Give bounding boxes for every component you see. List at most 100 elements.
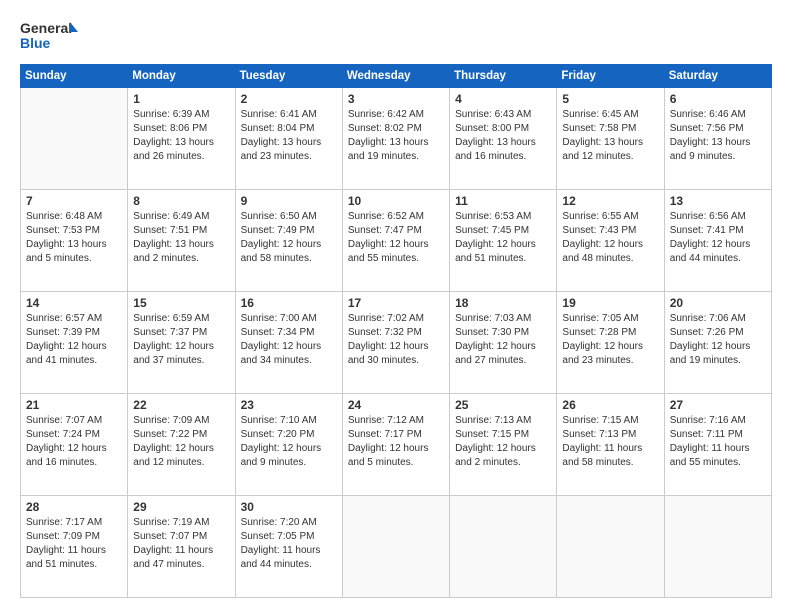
- day-number: 16: [241, 296, 337, 310]
- day-info: Sunrise: 7:10 AM Sunset: 7:20 PM Dayligh…: [241, 414, 337, 470]
- weekday-header-row: SundayMondayTuesdayWednesdayThursdayFrid…: [21, 65, 772, 88]
- calendar-table: SundayMondayTuesdayWednesdayThursdayFrid…: [20, 64, 772, 598]
- calendar-cell: 1 Sunrise: 6:39 AM Sunset: 8:06 PM Daylig…: [128, 88, 235, 190]
- calendar-cell: 18 Sunrise: 7:03 AM Sunset: 7:30 PM Dayli…: [450, 292, 557, 394]
- day-number: 18: [455, 296, 551, 310]
- calendar-cell: 14 Sunrise: 6:57 AM Sunset: 7:39 PM Dayli…: [21, 292, 128, 394]
- day-info: Sunrise: 7:20 AM Sunset: 7:05 PM Dayligh…: [241, 516, 337, 572]
- calendar-cell: [450, 496, 557, 598]
- day-info: Sunrise: 7:09 AM Sunset: 7:22 PM Dayligh…: [133, 414, 229, 470]
- day-info: Sunrise: 6:59 AM Sunset: 7:37 PM Dayligh…: [133, 312, 229, 368]
- day-info: Sunrise: 6:46 AM Sunset: 7:56 PM Dayligh…: [670, 108, 766, 164]
- day-number: 25: [455, 398, 551, 412]
- calendar-cell: 30 Sunrise: 7:20 AM Sunset: 7:05 PM Dayli…: [235, 496, 342, 598]
- calendar-cell: 27Sunrise: 7:16 AM Sunset: 7:11 PM Dayli…: [664, 394, 771, 496]
- day-info: Sunrise: 6:57 AM Sunset: 7:39 PM Dayligh…: [26, 312, 122, 368]
- calendar-week-3: 14 Sunrise: 6:57 AM Sunset: 7:39 PM Dayli…: [21, 292, 772, 394]
- calendar-cell: 19 Sunrise: 7:05 AM Sunset: 7:28 PM Dayli…: [557, 292, 664, 394]
- day-info: Sunrise: 6:53 AM Sunset: 7:45 PM Dayligh…: [455, 210, 551, 266]
- day-number: 7: [26, 194, 122, 208]
- calendar-cell: 12 Sunrise: 6:55 AM Sunset: 7:43 PM Dayli…: [557, 190, 664, 292]
- weekday-header-thursday: Thursday: [450, 65, 557, 88]
- day-info: Sunrise: 7:13 AM Sunset: 7:15 PM Dayligh…: [455, 414, 551, 470]
- weekday-header-wednesday: Wednesday: [342, 65, 449, 88]
- day-info: Sunrise: 7:00 AM Sunset: 7:34 PM Dayligh…: [241, 312, 337, 368]
- day-info: Sunrise: 7:03 AM Sunset: 7:30 PM Dayligh…: [455, 312, 551, 368]
- calendar-week-5: 28Sunrise: 7:17 AM Sunset: 7:09 PM Dayli…: [21, 496, 772, 598]
- calendar-week-1: 1 Sunrise: 6:39 AM Sunset: 8:06 PM Daylig…: [21, 88, 772, 190]
- svg-text:Blue: Blue: [20, 35, 51, 51]
- calendar-cell: 25 Sunrise: 7:13 AM Sunset: 7:15 PM Dayli…: [450, 394, 557, 496]
- day-number: 13: [670, 194, 766, 208]
- day-number: 15: [133, 296, 229, 310]
- calendar-cell: 24Sunrise: 7:12 AM Sunset: 7:17 PM Dayli…: [342, 394, 449, 496]
- day-number: 9: [241, 194, 337, 208]
- day-info: Sunrise: 6:48 AM Sunset: 7:53 PM Dayligh…: [26, 210, 122, 266]
- day-number: 14: [26, 296, 122, 310]
- calendar-cell: 28Sunrise: 7:17 AM Sunset: 7:09 PM Dayli…: [21, 496, 128, 598]
- day-number: 17: [348, 296, 444, 310]
- calendar-cell: 13 Sunrise: 6:56 AM Sunset: 7:41 PM Dayli…: [664, 190, 771, 292]
- day-number: 22: [133, 398, 229, 412]
- day-info: Sunrise: 6:55 AM Sunset: 7:43 PM Dayligh…: [562, 210, 658, 266]
- day-info: Sunrise: 7:02 AM Sunset: 7:32 PM Dayligh…: [348, 312, 444, 368]
- weekday-header-monday: Monday: [128, 65, 235, 88]
- weekday-header-friday: Friday: [557, 65, 664, 88]
- calendar-cell: [21, 88, 128, 190]
- day-number: 29: [133, 500, 229, 514]
- calendar-cell: [664, 496, 771, 598]
- calendar-cell: 6 Sunrise: 6:46 AM Sunset: 7:56 PM Daylig…: [664, 88, 771, 190]
- day-info: Sunrise: 6:39 AM Sunset: 8:06 PM Dayligh…: [133, 108, 229, 164]
- day-number: 26: [562, 398, 658, 412]
- svg-text:General: General: [20, 20, 72, 36]
- weekday-header-sunday: Sunday: [21, 65, 128, 88]
- calendar-cell: 23 Sunrise: 7:10 AM Sunset: 7:20 PM Dayli…: [235, 394, 342, 496]
- calendar-cell: [557, 496, 664, 598]
- day-number: 5: [562, 92, 658, 106]
- day-info: Sunrise: 6:50 AM Sunset: 7:49 PM Dayligh…: [241, 210, 337, 266]
- day-number: 12: [562, 194, 658, 208]
- day-number: 10: [348, 194, 444, 208]
- calendar-cell: 11 Sunrise: 6:53 AM Sunset: 7:45 PM Dayli…: [450, 190, 557, 292]
- day-number: 30: [241, 500, 337, 514]
- page: GeneralBlue SundayMondayTuesdayWednesday…: [0, 0, 792, 612]
- day-info: Sunrise: 7:17 AM Sunset: 7:09 PM Dayligh…: [26, 516, 122, 572]
- day-info: Sunrise: 7:05 AM Sunset: 7:28 PM Dayligh…: [562, 312, 658, 368]
- calendar-cell: 9 Sunrise: 6:50 AM Sunset: 7:49 PM Daylig…: [235, 190, 342, 292]
- calendar-cell: 3 Sunrise: 6:42 AM Sunset: 8:02 PM Daylig…: [342, 88, 449, 190]
- day-info: Sunrise: 7:07 AM Sunset: 7:24 PM Dayligh…: [26, 414, 122, 470]
- day-info: Sunrise: 7:12 AM Sunset: 7:17 PM Dayligh…: [348, 414, 444, 470]
- calendar-cell: [342, 496, 449, 598]
- day-info: Sunrise: 7:06 AM Sunset: 7:26 PM Dayligh…: [670, 312, 766, 368]
- day-number: 23: [241, 398, 337, 412]
- day-number: 1: [133, 92, 229, 106]
- logo: GeneralBlue: [20, 18, 80, 54]
- calendar-cell: 15 Sunrise: 6:59 AM Sunset: 7:37 PM Dayli…: [128, 292, 235, 394]
- day-number: 3: [348, 92, 444, 106]
- day-info: Sunrise: 7:15 AM Sunset: 7:13 PM Dayligh…: [562, 414, 658, 470]
- logo-svg: GeneralBlue: [20, 18, 80, 54]
- weekday-header-tuesday: Tuesday: [235, 65, 342, 88]
- calendar-cell: 20 Sunrise: 7:06 AM Sunset: 7:26 PM Dayli…: [664, 292, 771, 394]
- calendar-cell: 8Sunrise: 6:49 AM Sunset: 7:51 PM Daylig…: [128, 190, 235, 292]
- calendar-week-2: 7 Sunrise: 6:48 AM Sunset: 7:53 PM Daylig…: [21, 190, 772, 292]
- day-info: Sunrise: 6:42 AM Sunset: 8:02 PM Dayligh…: [348, 108, 444, 164]
- day-info: Sunrise: 6:43 AM Sunset: 8:00 PM Dayligh…: [455, 108, 551, 164]
- day-info: Sunrise: 6:56 AM Sunset: 7:41 PM Dayligh…: [670, 210, 766, 266]
- calendar-cell: 7 Sunrise: 6:48 AM Sunset: 7:53 PM Daylig…: [21, 190, 128, 292]
- day-info: Sunrise: 6:49 AM Sunset: 7:51 PM Dayligh…: [133, 210, 229, 266]
- day-info: Sunrise: 6:45 AM Sunset: 7:58 PM Dayligh…: [562, 108, 658, 164]
- day-number: 2: [241, 92, 337, 106]
- day-number: 19: [562, 296, 658, 310]
- day-info: Sunrise: 7:16 AM Sunset: 7:11 PM Dayligh…: [670, 414, 766, 470]
- calendar-cell: 21 Sunrise: 7:07 AM Sunset: 7:24 PM Dayli…: [21, 394, 128, 496]
- day-number: 6: [670, 92, 766, 106]
- day-info: Sunrise: 6:52 AM Sunset: 7:47 PM Dayligh…: [348, 210, 444, 266]
- day-number: 11: [455, 194, 551, 208]
- day-number: 4: [455, 92, 551, 106]
- calendar-cell: 29Sunrise: 7:19 AM Sunset: 7:07 PM Dayli…: [128, 496, 235, 598]
- day-number: 21: [26, 398, 122, 412]
- day-number: 20: [670, 296, 766, 310]
- header: GeneralBlue: [20, 18, 772, 54]
- day-info: Sunrise: 6:41 AM Sunset: 8:04 PM Dayligh…: [241, 108, 337, 164]
